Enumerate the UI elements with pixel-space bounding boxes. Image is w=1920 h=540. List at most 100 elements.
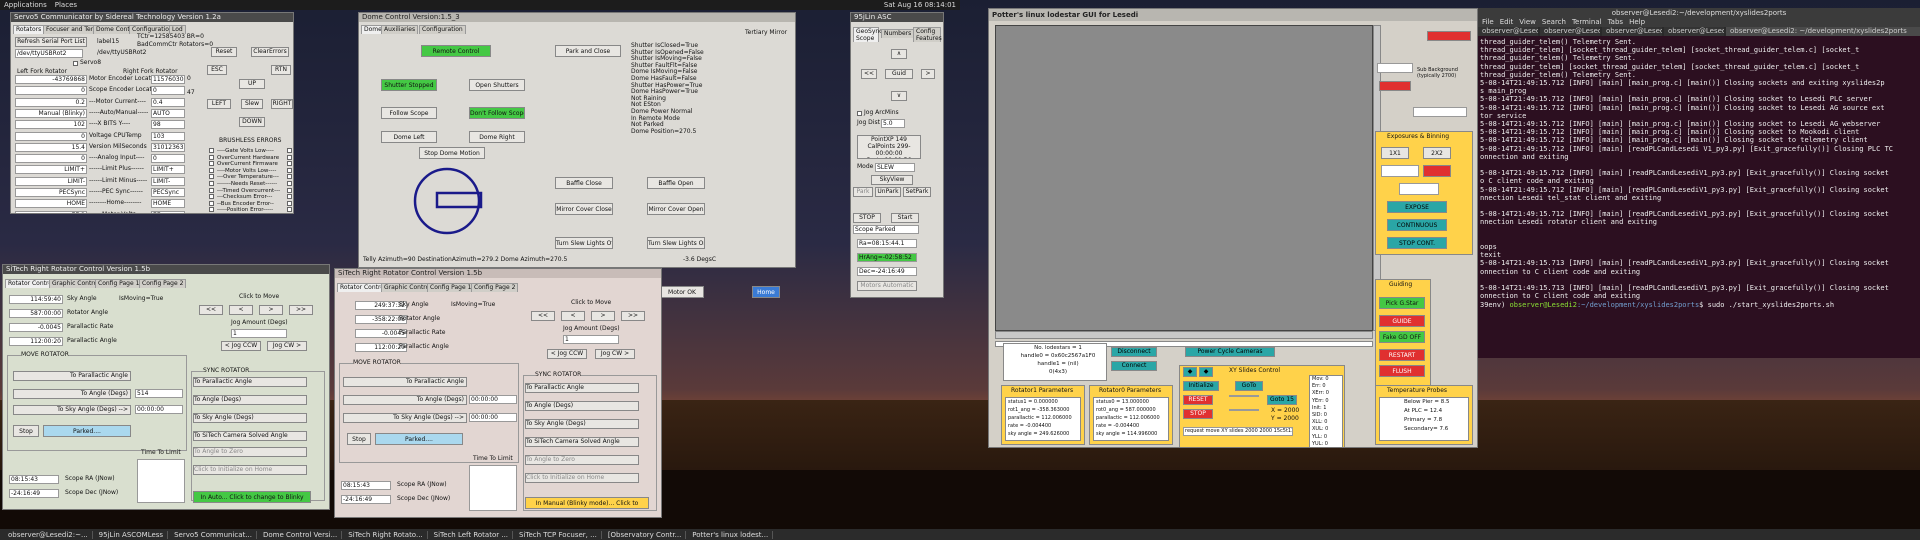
applications-menu[interactable]: Applications <box>4 1 47 9</box>
error-checkbox-left[interactable] <box>209 154 214 160</box>
exposure-red-button[interactable] <box>1423 165 1451 177</box>
sync-zero-button[interactable]: To Angle to Zero <box>193 447 307 457</box>
error-checkbox-right[interactable] <box>287 167 292 173</box>
power-cycle-button[interactable]: Power Cycle Cameras <box>1185 347 1275 357</box>
servo8-checkbox[interactable] <box>73 61 78 66</box>
guide-button[interactable]: GUIDE <box>1379 315 1425 327</box>
right-arrow-button[interactable]: > <box>921 69 935 79</box>
baffle-close-button[interactable]: Baffle Close <box>555 177 613 189</box>
sync-camera-button[interactable]: To SiTech Camera Solved Angle <box>193 431 307 441</box>
init-home-button[interactable]: Click to Initialize on Home <box>193 465 307 475</box>
left-jog-cw-button[interactable]: Jog CW > <box>595 349 635 359</box>
xy-small-button-2[interactable]: ◆ <box>1199 367 1213 377</box>
right-rotator-value[interactable]: 115760305 <box>151 75 185 84</box>
error-checkbox-right[interactable] <box>287 154 292 160</box>
left-arrow-button[interactable]: << <box>861 69 877 79</box>
slew-button[interactable]: Slew <box>241 99 263 109</box>
terminal-menu-item[interactable]: Help <box>1629 18 1645 27</box>
right-rotator-value[interactable]: 98 <box>151 120 185 130</box>
slew-lights-off-button[interactable]: Turn Slew Lights Off <box>555 237 613 249</box>
bin-2x2-button[interactable]: 2X2 <box>1423 147 1451 159</box>
terminal-menu-item[interactable]: Edit <box>1500 18 1514 27</box>
jog-cw-button[interactable]: Jog CW > <box>267 341 307 351</box>
left-rotator-value[interactable]: 0 <box>15 154 87 164</box>
motors-automatic-button[interactable]: Motors Automatic <box>857 281 917 291</box>
left-rotator-value[interactable]: PECSync <box>15 188 87 197</box>
right-rotator-value[interactable]: 103 <box>151 131 185 141</box>
left-rotator-value[interactable]: -43769868 <box>15 75 87 84</box>
left-jog-fast-left-button[interactable]: << <box>531 311 555 321</box>
left-stop-button[interactable]: Stop <box>347 433 371 445</box>
right-rotator-value[interactable]: HOME <box>151 199 185 209</box>
jog-amount-input[interactable]: 1 <box>231 329 287 338</box>
xy-stop-button[interactable]: STOP <box>1183 409 1213 419</box>
shutter-stopped-button[interactable]: Shutter Stopped <box>381 79 437 91</box>
clock[interactable]: Sat Aug 16 08:14:01 <box>884 1 956 9</box>
left-jog-left-button[interactable]: < <box>561 311 585 321</box>
lodestar-top-red-button[interactable] <box>1427 31 1471 41</box>
baffle-open-button[interactable]: Baffle Open <box>647 177 705 189</box>
taskbar-item[interactable]: SiTech TCP Focuser, ... <box>515 530 602 539</box>
stop-button[interactable]: STOP <box>853 213 881 223</box>
error-checkbox-left[interactable] <box>209 161 214 167</box>
tab-left-config-2[interactable]: Config Page 2 <box>471 283 519 292</box>
right-rotator-value[interactable]: 77 <box>151 210 185 213</box>
error-checkbox-right[interactable] <box>287 207 292 213</box>
exposure-field-2[interactable] <box>1399 183 1439 195</box>
unpark-button[interactable]: UnPark <box>875 187 901 197</box>
to-sky-angle-input[interactable]: 00:00:00 <box>135 405 183 414</box>
error-checkbox-left[interactable] <box>209 167 214 173</box>
connect-button[interactable]: Connect <box>1111 361 1157 371</box>
sync-parallactic-button[interactable]: To Parallactic Angle <box>193 377 307 387</box>
left-sync-zero-button[interactable]: To Angle to Zero <box>525 455 639 465</box>
motor-ok-button[interactable]: Motor OK <box>660 286 704 298</box>
terminal-window[interactable]: observer@Lesedi2:~/development/xyslides2… <box>1478 8 1920 358</box>
to-angle-input[interactable]: 514 <box>135 389 183 398</box>
guid-button[interactable]: Guid <box>885 69 913 79</box>
taskbar-item[interactable]: 95jLin ASCOMLess <box>95 530 169 539</box>
clear-errors-button[interactable]: ClearErrors <box>251 47 289 57</box>
up-button[interactable]: UP <box>239 79 265 89</box>
remote-control-button[interactable]: Remote Control <box>421 45 491 57</box>
left-jog-ccw-button[interactable]: < Jog CCW <box>547 349 587 359</box>
down-arrow-button[interactable]: ∨ <box>891 91 907 101</box>
terminal-menu-item[interactable]: Tabs <box>1608 18 1624 27</box>
exposure-time-input[interactable] <box>1381 165 1419 177</box>
sync-sky-button[interactable]: To Sky Angle (Degs) <box>193 413 307 423</box>
left-rotator-value[interactable]: LIMIT+ <box>15 165 87 175</box>
xy-input-1[interactable] <box>1229 395 1259 397</box>
error-checkbox-left[interactable] <box>209 181 214 186</box>
left-rotator-value[interactable]: 0 <box>15 86 87 96</box>
terminal-tab[interactable]: observer@Lesedi2: ~/development/xyslides… <box>1726 27 1920 36</box>
error-checkbox-right[interactable] <box>287 148 292 153</box>
tab-numbers[interactable]: Numbers <box>881 29 915 38</box>
esc-button[interactable]: ESC <box>207 65 227 75</box>
tab-left-config-1[interactable]: Config Page 1 <box>427 283 475 292</box>
jog-dist-input[interactable]: 5.0 <box>881 119 905 128</box>
sub-background-input[interactable] <box>1413 107 1467 117</box>
left-to-angle-input[interactable]: 00:00:00 <box>469 395 517 404</box>
goto-button[interactable]: GoTo <box>1235 381 1263 391</box>
left-to-parallactic-button[interactable]: To Parallactic Angle <box>343 377 467 387</box>
to-parallactic-angle-button[interactable]: To Parallactic Angle <box>13 371 131 381</box>
terminal-menu-item[interactable]: Search <box>1542 18 1566 27</box>
down-button[interactable]: DOWN <box>239 117 265 127</box>
lodestar-red-button[interactable] <box>1379 81 1411 91</box>
error-checkbox-right[interactable] <box>287 194 292 200</box>
taskbar-item[interactable]: Servo5 Communicat... <box>170 530 257 539</box>
error-checkbox-left[interactable] <box>209 207 214 213</box>
goto-15-button[interactable]: Goto 15 <box>1267 395 1297 405</box>
follow-scope-button[interactable]: Follow Scope <box>381 107 437 119</box>
terminal-tab[interactable]: observer@Lesedi2:~/... <box>1478 27 1538 36</box>
tab-config-page-2[interactable]: Config Page 2 <box>139 279 187 288</box>
right-rotator-value[interactable]: 3101236331 <box>151 142 185 152</box>
rtn-button[interactable]: RTN <box>271 65 291 75</box>
right-rotator-value[interactable]: 0 <box>151 86 185 96</box>
tab-geosync[interactable]: GeoSync Scope <box>853 27 882 42</box>
tab-dome-config[interactable]: Configuration <box>419 25 466 34</box>
terminal-tab[interactable]: observer@Lesedi2:~/... <box>1664 27 1724 36</box>
taskbar-item[interactable]: Dome Control Versi... <box>259 530 343 539</box>
refresh-serial-button[interactable]: Refresh Serial Port List <box>15 37 87 47</box>
taskbar-item[interactable]: observer@Lesedi2:~... <box>4 530 93 539</box>
restart-button[interactable]: RESTART <box>1379 349 1425 361</box>
